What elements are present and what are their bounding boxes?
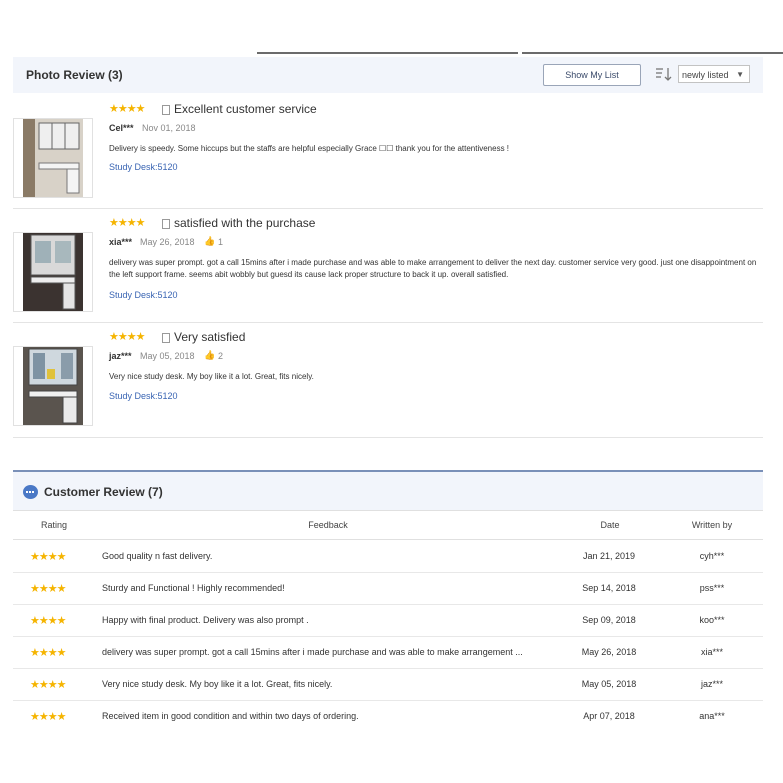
product-link[interactable]: Study Desk:5120: [109, 391, 178, 401]
review-author: cyh***: [699, 551, 725, 561]
column-header-rating: Rating: [40, 520, 67, 530]
rating-stars: ★★★★: [109, 331, 145, 343]
review-title: satisfied with the purchase: [174, 216, 316, 230]
review-author: koo***: [699, 615, 725, 625]
review-author: ana***: [699, 711, 725, 721]
rating-stars: ★★★★: [109, 217, 145, 229]
photo-review-title: Photo Review (3): [26, 68, 123, 82]
reviewer-name: jaz***: [109, 351, 132, 361]
photo-review-item: ★★★★ Very satisfied jaz*** May 05, 2018 …: [13, 322, 763, 438]
rating-stars: ★★★★: [109, 103, 145, 115]
review-text: delivery was super prompt. got a call 15…: [109, 258, 757, 279]
review-title: Very satisfied: [174, 330, 246, 344]
review-text: Very nice study desk. My boy like it a l…: [109, 372, 314, 381]
sort-icon[interactable]: [655, 66, 673, 82]
photo-review-item: ★★★★ satisfied with the purchase xia*** …: [13, 208, 763, 323]
table-row: ★★★★ Good quality n fast delivery. Jan 2…: [13, 541, 763, 573]
feedback-text: Received item in good condition and with…: [102, 711, 359, 721]
review-date: Sep 09, 2018: [582, 615, 636, 625]
table-row[interactable]: ★★★★ delivery was super prompt. got a ca…: [13, 637, 763, 669]
feedback-text: Good quality n fast delivery.: [102, 551, 213, 561]
rating-stars: ★★★★: [30, 711, 66, 723]
sort-value: newly listed: [682, 70, 729, 80]
photo-review-header: Photo Review (3) Show My List newly list…: [13, 57, 763, 93]
bookmark-icon[interactable]: [162, 219, 170, 229]
review-date: Apr 07, 2018: [583, 711, 635, 721]
reviewer-name: xia***: [109, 237, 133, 247]
rating-stars: ★★★★: [30, 615, 66, 627]
review-photo-thumbnail[interactable]: [13, 346, 93, 426]
column-header-date: Date: [600, 520, 620, 530]
sort-dropdown[interactable]: newly listed ▼: [678, 65, 750, 83]
dropdown-arrow-icon: ▼: [736, 70, 744, 79]
rating-stars: ★★★★: [30, 647, 66, 659]
product-link[interactable]: Study Desk:5120: [109, 162, 178, 172]
review-date: Sep 14, 2018: [582, 583, 636, 593]
review-date: May 26, 2018: [581, 647, 637, 657]
rating-stars: ★★★★: [30, 551, 66, 563]
table-row: ★★★★ Happy with final product. Delivery …: [13, 605, 763, 637]
feedback-text: Sturdy and Functional ! Highly recommend…: [102, 583, 285, 593]
feedback-text: Very nice study desk. My boy like it a l…: [102, 679, 333, 689]
like-icon[interactable]: 👍: [204, 236, 215, 247]
table-row: ★★★★ Sturdy and Functional ! Highly reco…: [13, 573, 763, 605]
review-photo-thumbnail[interactable]: [13, 232, 93, 312]
like-icon[interactable]: 👍: [204, 350, 215, 361]
table-row: ★★★★ Received item in good condition and…: [13, 701, 763, 733]
rating-stars: ★★★★: [30, 679, 66, 691]
column-header-feedback: Feedback: [308, 520, 348, 530]
feedback-text: Happy with final product. Delivery was a…: [102, 615, 309, 625]
like-count: 1: [218, 237, 224, 247]
review-author: xia***: [700, 647, 723, 657]
photo-review-item: ★★★★ Excellent customer service Cel*** N…: [13, 95, 763, 209]
review-date: Jan 21, 2019: [582, 551, 636, 561]
review-date: May 26, 2018: [140, 237, 195, 247]
review-author: jaz***: [700, 679, 723, 689]
bookmark-icon[interactable]: [162, 105, 170, 115]
review-date: May 05, 2018: [581, 679, 637, 689]
reviewer-name: Cel***: [109, 123, 134, 133]
review-date: May 05, 2018: [140, 351, 195, 361]
rating-stars: ★★★★: [30, 583, 66, 595]
customer-review-header: Customer Review (7): [13, 470, 763, 510]
review-photo-thumbnail[interactable]: [13, 118, 93, 198]
like-count: 2: [218, 351, 224, 361]
customer-review-title: Customer Review (7): [44, 485, 163, 499]
review-title: Excellent customer service: [174, 102, 317, 116]
top-divider-gap: [518, 52, 522, 54]
table-row: ★★★★ Very nice study desk. My boy like i…: [13, 669, 763, 701]
product-link[interactable]: Study Desk:5120: [109, 290, 178, 300]
review-text: Delivery is speedy. Some hiccups but the…: [109, 144, 510, 153]
show-my-list-button[interactable]: Show My List: [543, 64, 641, 86]
feedback-text[interactable]: delivery was super prompt. got a call 15…: [102, 647, 552, 657]
column-header-written-by: Written by: [691, 520, 733, 530]
chat-bubble-icon: [23, 485, 38, 499]
review-date: Nov 01, 2018: [142, 123, 196, 133]
bookmark-icon[interactable]: [162, 333, 170, 343]
review-author: pss***: [699, 583, 725, 593]
